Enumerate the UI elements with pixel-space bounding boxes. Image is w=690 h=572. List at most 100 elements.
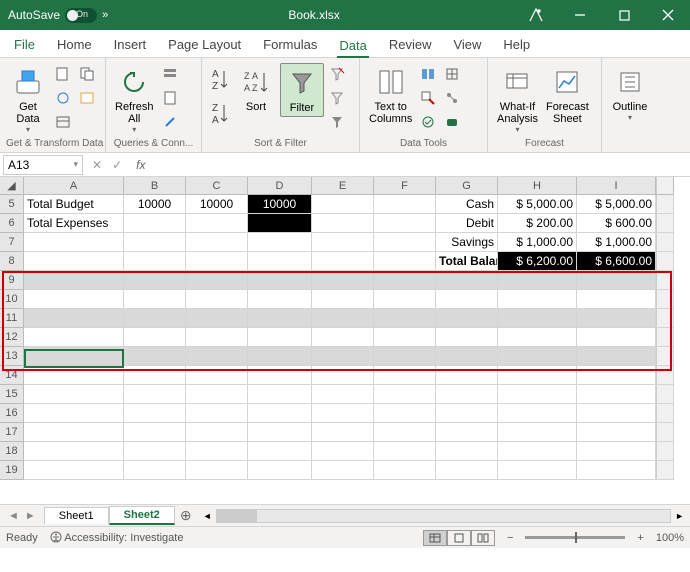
close-button[interactable] — [646, 0, 690, 30]
remove-dupes-button[interactable] — [417, 87, 439, 109]
maximize-button[interactable] — [602, 0, 646, 30]
vscroll-11[interactable] — [656, 309, 674, 328]
cell-C8[interactable] — [186, 252, 248, 271]
col-header-G[interactable]: G — [436, 177, 498, 195]
get-data-button[interactable]: Get Data ▾ — [6, 63, 50, 136]
consolidate-button[interactable] — [441, 63, 463, 85]
recent-sources-button[interactable] — [76, 63, 98, 85]
cell-B9[interactable] — [124, 271, 186, 290]
col-header-I[interactable]: I — [577, 177, 656, 195]
cell-C5[interactable]: 10000 — [186, 195, 248, 214]
cell-H11[interactable] — [498, 309, 577, 328]
row-header-18[interactable]: 18 — [0, 442, 24, 461]
cell-G19[interactable] — [436, 461, 498, 480]
tab-file[interactable]: File — [12, 33, 37, 57]
cell-E5[interactable] — [312, 195, 374, 214]
clear-filter-button[interactable] — [326, 63, 348, 85]
cell-B11[interactable] — [124, 309, 186, 328]
cell-G11[interactable] — [436, 309, 498, 328]
col-header-D[interactable]: D — [248, 177, 312, 195]
zoom-out-button[interactable]: − — [507, 532, 513, 544]
vscroll-12[interactable] — [656, 328, 674, 347]
advanced-button[interactable] — [326, 111, 348, 133]
cell-C19[interactable] — [186, 461, 248, 480]
cell-I6[interactable]: $ 600.00 — [577, 214, 656, 233]
cell-E9[interactable] — [312, 271, 374, 290]
cell-D7[interactable] — [248, 233, 312, 252]
cell-I13[interactable] — [577, 347, 656, 366]
cell-E8[interactable] — [312, 252, 374, 271]
hscroll-track[interactable] — [216, 509, 671, 523]
cell-G17[interactable] — [436, 423, 498, 442]
cell-F11[interactable] — [374, 309, 436, 328]
edit-links-button[interactable] — [159, 111, 181, 133]
cell-C14[interactable] — [186, 366, 248, 385]
cell-G6[interactable]: Debit — [436, 214, 498, 233]
view-page-break-button[interactable] — [471, 530, 495, 546]
cell-G5[interactable]: Cash — [436, 195, 498, 214]
cell-G13[interactable] — [436, 347, 498, 366]
vscroll-7[interactable] — [656, 233, 674, 252]
cell-B5[interactable]: 10000 — [124, 195, 186, 214]
cell-H13[interactable] — [498, 347, 577, 366]
zoom-in-button[interactable]: + — [637, 532, 643, 544]
row-header-12[interactable]: 12 — [0, 328, 24, 347]
cell-I16[interactable] — [577, 404, 656, 423]
cell-D10[interactable] — [248, 290, 312, 309]
tab-view[interactable]: View — [451, 33, 483, 57]
row-header-17[interactable]: 17 — [0, 423, 24, 442]
tab-page-layout[interactable]: Page Layout — [166, 33, 243, 57]
enter-icon[interactable]: ✓ — [112, 158, 122, 172]
cell-A7[interactable] — [24, 233, 124, 252]
col-header-A[interactable]: A — [24, 177, 124, 195]
from-web-button[interactable] — [52, 87, 74, 109]
cell-I15[interactable] — [577, 385, 656, 404]
cell-G10[interactable] — [436, 290, 498, 309]
cell-I17[interactable] — [577, 423, 656, 442]
vscroll-top[interactable] — [656, 177, 674, 195]
cell-D8[interactable] — [248, 252, 312, 271]
row-header-19[interactable]: 19 — [0, 461, 24, 480]
cell-I12[interactable] — [577, 328, 656, 347]
cell-I14[interactable] — [577, 366, 656, 385]
sheet-tab-1[interactable]: Sheet1 — [44, 507, 109, 524]
cell-E15[interactable] — [312, 385, 374, 404]
cell-D12[interactable] — [248, 328, 312, 347]
select-all[interactable]: ◢ — [0, 177, 24, 195]
properties-button[interactable] — [159, 87, 181, 109]
cell-C12[interactable] — [186, 328, 248, 347]
cell-C17[interactable] — [186, 423, 248, 442]
sort-button[interactable]: ZAAZ Sort — [234, 63, 278, 115]
zoom-slider[interactable] — [525, 536, 625, 539]
cell-E7[interactable] — [312, 233, 374, 252]
cell-E14[interactable] — [312, 366, 374, 385]
cell-F18[interactable] — [374, 442, 436, 461]
cell-D6[interactable] — [248, 214, 312, 233]
relationships-button[interactable] — [441, 87, 463, 109]
cell-F17[interactable] — [374, 423, 436, 442]
cell-H5[interactable]: $ 5,000.00 — [498, 195, 577, 214]
cell-E17[interactable] — [312, 423, 374, 442]
cell-I8[interactable]: $ 6,600.00 — [577, 252, 656, 271]
row-header-7[interactable]: 7 — [0, 233, 24, 252]
qat-more-icon[interactable]: » — [102, 9, 108, 21]
cell-A15[interactable] — [24, 385, 124, 404]
cell-C18[interactable] — [186, 442, 248, 461]
cell-D17[interactable] — [248, 423, 312, 442]
hscroll-thumb[interactable] — [217, 510, 257, 522]
cell-H10[interactable] — [498, 290, 577, 309]
cell-A14[interactable] — [24, 366, 124, 385]
row-header-11[interactable]: 11 — [0, 309, 24, 328]
cell-B16[interactable] — [124, 404, 186, 423]
cell-A13[interactable] — [24, 347, 124, 366]
cell-G14[interactable] — [436, 366, 498, 385]
row-header-8[interactable]: 8 — [0, 252, 24, 271]
cell-H9[interactable] — [498, 271, 577, 290]
col-header-C[interactable]: C — [186, 177, 248, 195]
data-validation-button[interactable] — [417, 111, 439, 133]
cell-I19[interactable] — [577, 461, 656, 480]
tab-home[interactable]: Home — [55, 33, 94, 57]
cell-B15[interactable] — [124, 385, 186, 404]
cell-I11[interactable] — [577, 309, 656, 328]
queries-conn-button[interactable] — [159, 63, 181, 85]
